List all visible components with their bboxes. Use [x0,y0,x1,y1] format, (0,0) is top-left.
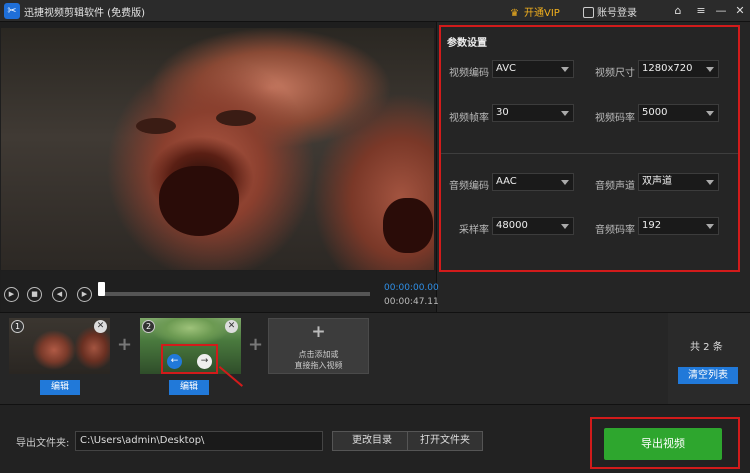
app-logo-icon: ✂ [4,3,20,19]
crown-icon: ♛ [510,8,519,19]
plus-icon: + [248,334,264,355]
video-size-select[interactable]: 1280x720 [638,60,719,78]
home-icon[interactable]: ⌂ [670,3,686,19]
chevron-down-icon [706,67,714,72]
param-label: 音频声道 [595,181,635,192]
select-value: 双声道 [642,176,672,187]
add-video-box[interactable]: + 点击添加或 直接拖入视频 [268,318,369,374]
param-label: 视频码率 [595,113,635,124]
audio-channel-select[interactable]: 双声道 [638,173,719,191]
export-folder-label: 导出文件夹: [16,438,70,449]
select-value: 1280x720 [642,63,693,74]
select-value: AAC [496,176,517,187]
sample-rate-select[interactable]: 48000 [492,217,574,235]
total-time: 00:00:47.11 [384,297,439,307]
prev-frame-icon[interactable]: ◀ [52,287,67,302]
minimize-icon[interactable]: — [713,3,729,19]
clip-count-panel [668,312,750,405]
param-label: 视频编码 [449,68,489,79]
menu-icon[interactable]: ≡ [693,3,709,19]
move-right-icon[interactable]: → [197,354,212,369]
chevron-down-icon [706,111,714,116]
move-left-icon[interactable]: ← [167,354,182,369]
chevron-down-icon [561,67,569,72]
select-value: 192 [642,220,662,231]
clear-list-button[interactable]: 清空列表 [678,367,738,384]
preview-detail [159,166,239,236]
user-icon [583,7,594,18]
next-frame-icon[interactable]: ▶ [77,287,92,302]
clip-number-badge: 1 [11,320,24,333]
preview-detail [383,198,433,253]
audio-codec-select[interactable]: AAC [492,173,574,191]
play-icon[interactable]: ▶ [4,287,19,302]
clip-count: 共 2 条 [690,342,723,353]
vip-button[interactable]: ♛ 开通VIP [510,4,560,19]
seek-handle[interactable] [98,282,105,296]
param-label: 视频帧率 [449,113,489,124]
audio-bitrate-select[interactable]: 192 [638,217,719,235]
current-time: 00:00:00.00 [384,283,439,293]
open-folder-button[interactable]: 打开文件夹 [407,431,483,451]
video-codec-select[interactable]: AVC [492,60,574,78]
chevron-down-icon [561,180,569,185]
login-label: 账号登录 [597,8,637,19]
param-label: 采样率 [459,225,489,236]
remove-clip-icon[interactable]: ✕ [94,320,107,333]
add-hint-line1: 点击添加或 [298,350,339,359]
params-title: 参数设置 [447,38,487,49]
select-value: 48000 [496,220,528,231]
clip-number-badge: 2 [142,320,155,333]
chevron-down-icon [561,111,569,116]
preview-detail [136,118,176,134]
chevron-down-icon [561,224,569,229]
export-path-input[interactable]: C:\Users\admin\Desktop\ [75,431,323,451]
stop-icon[interactable]: ■ [27,287,42,302]
edit-clip-2-button[interactable]: 编辑 [169,380,209,395]
change-dir-button[interactable]: 更改目录 [332,431,412,451]
app-title: 迅捷视频剪辑软件 (免费版) [24,8,145,19]
select-value: 30 [496,107,509,118]
param-label: 视频尺寸 [595,68,635,79]
add-icon: + [311,322,326,342]
chevron-down-icon [706,224,714,229]
select-value: AVC [496,63,517,74]
remove-clip-icon[interactable]: ✕ [225,320,238,333]
export-video-button[interactable]: 导出视频 [604,428,722,460]
param-label: 音频编码 [449,181,489,192]
plus-icon: + [117,334,133,355]
seek-track[interactable] [100,292,370,296]
close-icon[interactable]: ✕ [732,3,748,19]
video-bitrate-select[interactable]: 5000 [638,104,719,122]
select-value: 5000 [642,107,668,118]
video-framerate-select[interactable]: 30 [492,104,574,122]
add-hint-line2: 直接拖入视频 [294,361,343,370]
chevron-down-icon [706,180,714,185]
login-button[interactable]: 账号登录 [583,4,637,19]
video-preview [1,28,434,270]
params-divider [441,153,738,154]
param-label: 音频码率 [595,225,635,236]
preview-detail [216,110,256,126]
edit-clip-1-button[interactable]: 编辑 [40,380,80,395]
vip-label: 开通VIP [524,8,560,19]
